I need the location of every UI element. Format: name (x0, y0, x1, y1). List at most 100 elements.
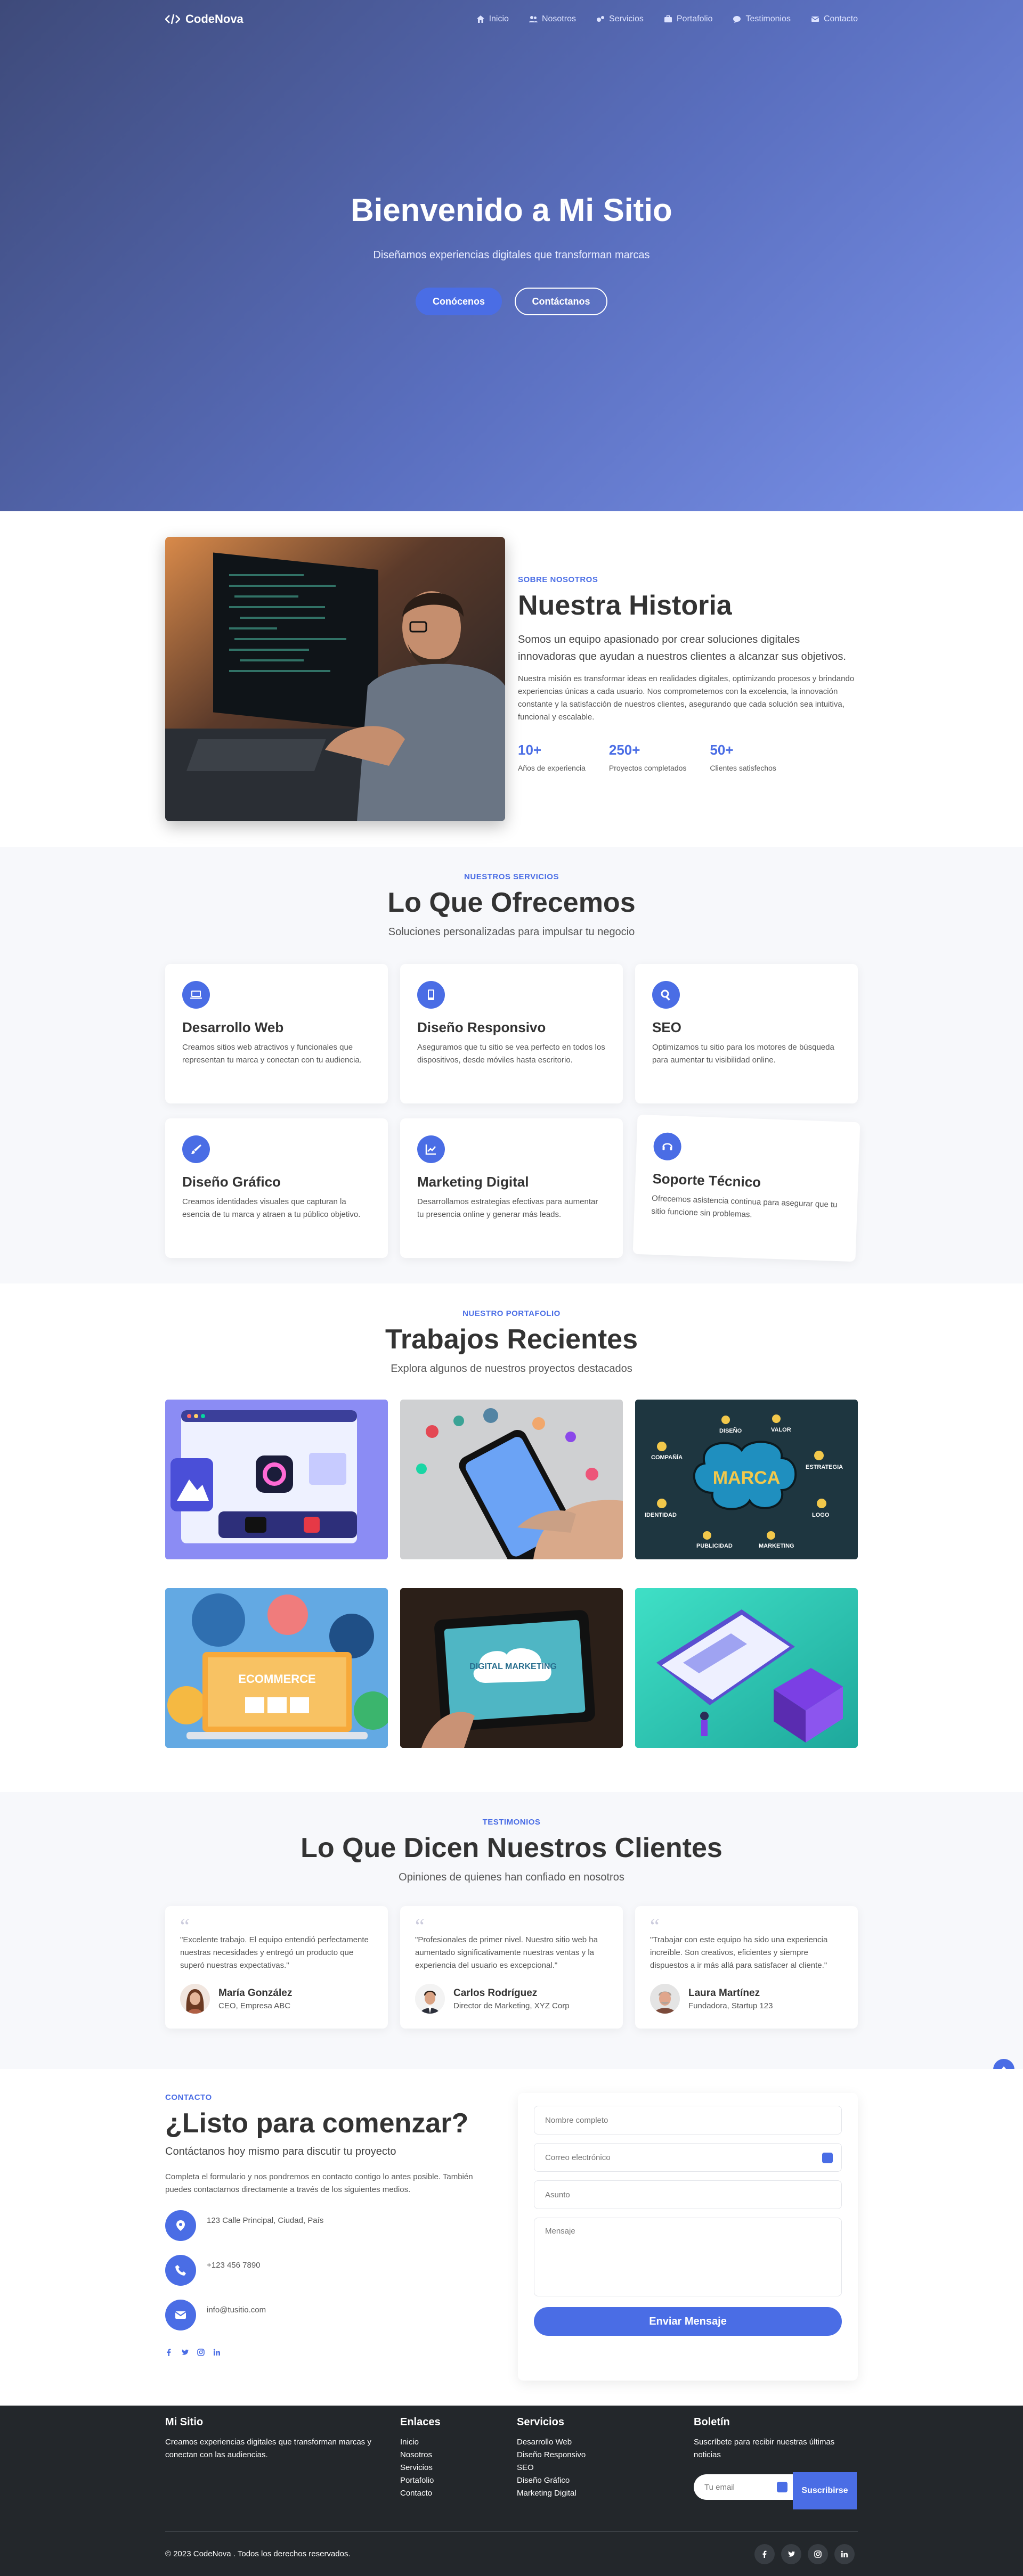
instagram-icon[interactable] (808, 2544, 828, 2564)
autofill-icon[interactable] (822, 2153, 833, 2163)
stat-clients: 50+ Clientes satisfechos (710, 742, 776, 772)
testimonial-quote: "Trabajar con este equipo ha sido una ex… (650, 1935, 828, 1970)
nav-item-contacto[interactable]: Contacto (811, 14, 858, 24)
nav-item-inicio[interactable]: Inicio (476, 14, 509, 24)
footer-service-web[interactable]: Desarrollo Web (517, 2436, 655, 2449)
footer: Mi Sitio Creamos experiencias digitales … (0, 2406, 1023, 2576)
twitter-icon[interactable] (781, 2544, 801, 2564)
footer-link-inicio[interactable]: Inicio (400, 2436, 496, 2449)
about-image (165, 537, 505, 821)
testimonial-role: Fundadora, Startup 123 (688, 2001, 773, 2010)
testimonial-role: Director de Marketing, XYZ Corp (453, 2001, 570, 2010)
portfolio-item-web-analytics[interactable] (635, 1588, 858, 1748)
address-text: 123 Calle Principal, Ciudad, País (207, 2215, 324, 2225)
testimonial-role: CEO, Empresa ABC (218, 2001, 291, 2010)
service-card-seo[interactable]: SEO Optimizamos tu sitio para los motore… (635, 964, 858, 1103)
service-card-web[interactable]: Desarrollo Web Creamos sitios web atract… (165, 964, 388, 1103)
marca-center-label: MARCA (713, 1468, 781, 1488)
main-menu: Inicio Nosotros Servicios Portafolio Tes… (476, 14, 858, 24)
email-text[interactable]: info@tusitio.com (207, 2305, 266, 2315)
portfolio-item-mobile-app[interactable] (400, 1400, 623, 1559)
card-desc: Desarrollamos estrategias efectivas para… (417, 1197, 598, 1219)
contact-address: 123 Calle Principal, Ciudad, País (165, 2210, 496, 2241)
footer-service-responsive[interactable]: Diseño Responsivo (517, 2449, 655, 2461)
portfolio-item-digital-marketing[interactable]: DIGITAL MARKETING (400, 1588, 623, 1748)
footer-link-contacto[interactable]: Contacto (400, 2487, 496, 2500)
service-card-marketing[interactable]: Marketing Digital Desarrollamos estrateg… (400, 1118, 623, 1258)
footer-service-graphic[interactable]: Diseño Gráfico (517, 2474, 655, 2487)
portfolio-item-branding[interactable]: MARCA DISEÑO VALOR COMPAÑÍA ESTRATEGIA I… (635, 1400, 858, 1559)
footer-link-servicios[interactable]: Servicios (400, 2461, 496, 2474)
portfolio-item-ecommerce[interactable]: ECOMMERCE (165, 1588, 388, 1748)
message-placeholder: Mensaje (545, 2227, 575, 2236)
email-field[interactable]: Correo electrónico (534, 2143, 842, 2172)
nav-item-nosotros[interactable]: Nosotros (529, 14, 576, 24)
quote-icon: “ (650, 1914, 660, 1938)
card-desc: Creamos sitios web atractivos y funciona… (182, 1043, 362, 1065)
marca-label: DISEÑO (719, 1427, 742, 1434)
facebook-icon[interactable] (165, 2349, 173, 2356)
testimonials-subtitle: Opiniones de quienes han confiado en nos… (399, 1871, 624, 1883)
avatar (650, 1984, 680, 2014)
footer-service-seo[interactable]: SEO (517, 2461, 655, 2474)
contact-section: CONTACTO ¿Listo para comenzar? Contáctan… (0, 2069, 1023, 2406)
nav-label: Servicios (608, 14, 644, 23)
footer-link-nosotros[interactable]: Nosotros (400, 2449, 496, 2461)
message-field[interactable]: Mensaje (534, 2218, 842, 2296)
conocenos-button[interactable]: Conócenos (416, 288, 502, 315)
subject-field[interactable]: Asunto (534, 2180, 842, 2209)
contact-kicker: CONTACTO (165, 2093, 212, 2102)
footer-service-marketing[interactable]: Marketing Digital (517, 2487, 655, 2500)
autofill-icon[interactable] (777, 2482, 787, 2492)
newsletter-placeholder: Tu email (704, 2482, 735, 2492)
instagram-icon[interactable] (197, 2349, 205, 2356)
comment-icon (733, 16, 741, 23)
avatar (415, 1984, 445, 2014)
copyright: © 2023 CodeNova . Todos los derechos res… (165, 2549, 351, 2558)
nav-item-portafolio[interactable]: Portafolio (664, 14, 713, 24)
name-field[interactable]: Nombre completo (534, 2106, 842, 2135)
testimonials-kicker: TESTIMONIOS (482, 1818, 541, 1827)
facebook-icon[interactable] (754, 2544, 775, 2564)
nav-item-servicios[interactable]: Servicios (596, 14, 644, 24)
newsletter-email-input[interactable]: Tu email (694, 2474, 793, 2500)
headset-icon (653, 1132, 682, 1161)
linkedin-icon[interactable] (834, 2544, 855, 2564)
card-title: Diseño Responsivo (417, 1019, 546, 1035)
email-placeholder: Correo electrónico (545, 2153, 611, 2162)
phone-icon (165, 2255, 196, 2286)
portfolio-item-ui-design[interactable] (165, 1400, 388, 1559)
service-card-graphic[interactable]: Diseño Gráfico Creamos identidades visua… (165, 1118, 388, 1258)
testimonial-person: María González CEO, Empresa ABC (180, 1984, 373, 2014)
linkedin-icon[interactable] (213, 2349, 221, 2356)
logo-text: CodeNova (185, 12, 243, 26)
about-body: Nuestra misión es transformar ideas en r… (518, 674, 855, 722)
testimonial-card: “ "Trabajar con este equipo ha sido una … (635, 1906, 858, 2029)
send-message-button[interactable]: Enviar Mensaje (534, 2307, 842, 2336)
twitter-icon[interactable] (181, 2349, 189, 2356)
contact-social-links (165, 2349, 496, 2356)
nav-label: Portafolio (676, 14, 713, 23)
card-title: Diseño Gráfico (182, 1174, 281, 1190)
nav-item-testimonios[interactable]: Testimonios (733, 14, 791, 24)
logo[interactable]: CodeNova (165, 12, 243, 26)
contactanos-button[interactable]: Contáctanos (515, 288, 607, 315)
about-title: Nuestra Historia (518, 590, 732, 621)
paint-brush-icon (182, 1135, 210, 1163)
marca-label: COMPAÑÍA (651, 1454, 683, 1461)
service-card-responsive[interactable]: Diseño Responsivo Aseguramos que tu siti… (400, 964, 623, 1103)
subscribe-button[interactable]: Suscribirse (793, 2472, 857, 2509)
service-card-support[interactable]: Soporte Técnico Ofrecemos asistencia con… (632, 1114, 860, 1262)
portfolio-section: NUESTRO PORTAFOLIO Trabajos Recientes Ex… (0, 1283, 1023, 1792)
about-section: SOBRE NOSOTROS Nuestra Historia Somos un… (0, 511, 1023, 847)
card-title: Marketing Digital (417, 1174, 529, 1190)
stat-label: Proyectos completados (608, 764, 687, 772)
marca-label: MARKETING (759, 1543, 794, 1549)
footer-divider (165, 2531, 858, 2532)
marca-label: PUBLICIDAD (696, 1543, 733, 1549)
phone-text[interactable]: +123 456 7890 (207, 2261, 261, 2270)
footer-link-portafolio[interactable]: Portafolio (400, 2474, 496, 2487)
services-subtitle: Soluciones personalizadas para impulsar … (388, 926, 635, 938)
about-stats: 10+ Años de experiencia 250+ Proyectos com… (518, 742, 859, 772)
testimonials-section: TESTIMONIOS Lo Que Dicen Nuestros Client… (0, 1792, 1023, 2069)
